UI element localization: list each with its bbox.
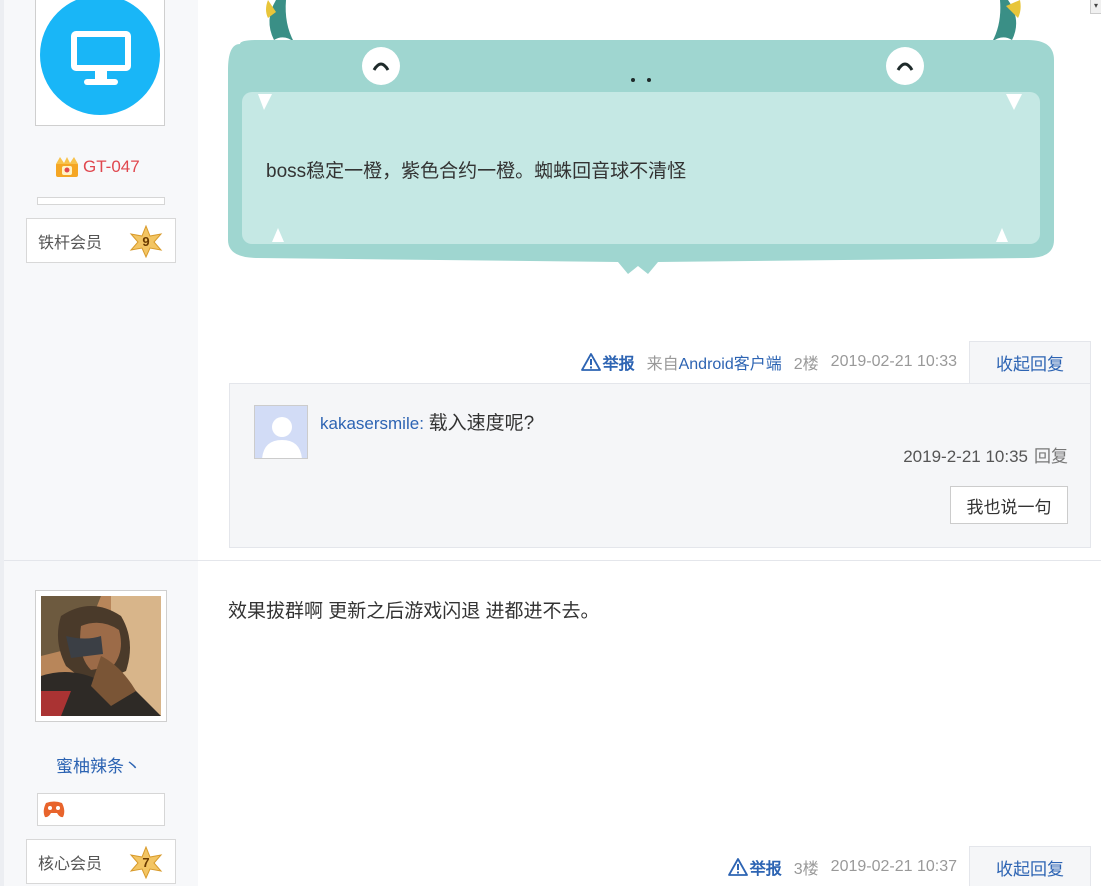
warning-icon [727, 858, 748, 876]
reply-username[interactable]: kakasersmile [320, 414, 419, 433]
report-link[interactable]: 举报 [727, 855, 782, 879]
post-time: 2019-02-21 10:37 [830, 858, 957, 875]
reply-time: 2019-2-21 10:35 [903, 447, 1028, 466]
level-number: 9 [142, 234, 150, 249]
report-label: 举报 [749, 861, 782, 878]
reply-link[interactable]: 回复 [1034, 447, 1068, 466]
post-tail: 举报 3楼 2019-02-21 10:37 收起回复 [727, 846, 1091, 886]
warning-icon [580, 353, 601, 371]
bubble-frame [228, 0, 1054, 274]
post-tail: 举报 来自Android客户端 2楼 2019-02-21 10:33 收起回复 [580, 341, 1091, 383]
default-avatar-icon[interactable] [254, 405, 308, 459]
lzl-reply-panel: kakasersmile: 载入速度呢? 2019-2-21 10:35 回复 我… [229, 383, 1091, 548]
say-something-button[interactable]: 我也说一句 [950, 486, 1068, 524]
member-level-badge[interactable]: 核心会员 7 [26, 839, 176, 884]
post-source: 来自Android客户端 [646, 356, 782, 373]
report-link[interactable]: 举报 [580, 350, 635, 374]
experience-bar [37, 197, 165, 205]
level-title: 核心会员 [38, 855, 103, 873]
user-badge-box [37, 793, 165, 826]
scroll-up-arrow[interactable]: ▾ [1090, 0, 1101, 14]
member-level-badge[interactable]: 铁杆会员 9 [26, 218, 176, 263]
post-content: boss稳定一橙，紫色合约一橙。蜘蛛回音球不清怪 [266, 161, 687, 182]
source-link[interactable]: Android客户端 [679, 356, 782, 373]
report-label: 举报 [602, 356, 635, 373]
author-name[interactable]: 蜜柚辣条丶 [56, 752, 141, 777]
author-avatar[interactable] [35, 0, 165, 126]
author-avatar[interactable] [35, 590, 167, 722]
reply-meta: 2019-2-21 10:35 回复 [903, 442, 1068, 467]
author-name[interactable]: GT-047 [83, 157, 140, 177]
crown-icon [56, 157, 78, 177]
reply-content: 载入速度呢? [428, 413, 535, 434]
post-divider [4, 560, 1101, 561]
reply-line: kakasersmile: 载入速度呢? [320, 413, 535, 434]
post-time: 2019-02-21 10:33 [830, 353, 957, 370]
gamepad-badge-icon[interactable] [42, 799, 66, 819]
collapse-replies-button[interactable]: 收起回复 [969, 846, 1091, 886]
level-number: 7 [142, 855, 150, 870]
collapse-replies-button[interactable]: 收起回复 [969, 341, 1091, 383]
level-title: 铁杆会员 [38, 234, 103, 252]
post-content: 效果拔群啊 更新之后游戏闪退 进都进不去。 [228, 601, 600, 622]
author-name-row[interactable]: GT-047 [55, 155, 140, 179]
computer-icon [40, 0, 160, 115]
floor-number: 2楼 [793, 356, 819, 373]
warrior-avatar-image [41, 596, 161, 716]
floor-number: 3楼 [793, 861, 819, 878]
